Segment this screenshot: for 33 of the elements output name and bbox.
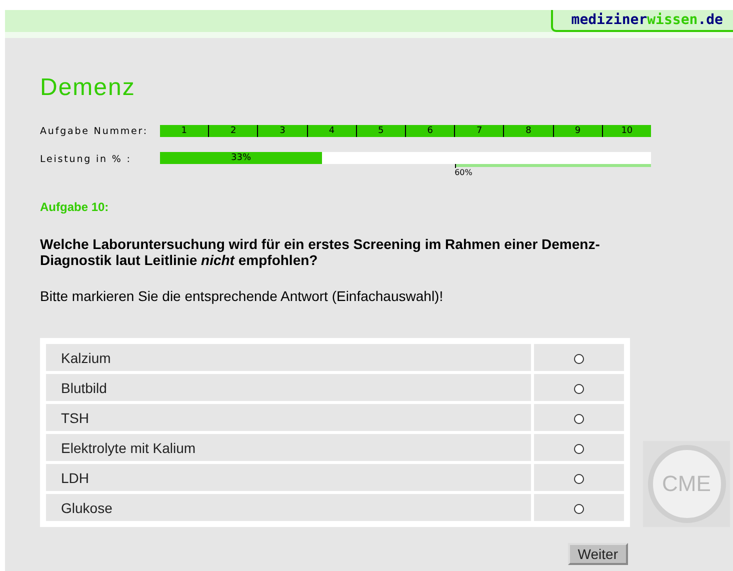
answer-radio[interactable] bbox=[574, 384, 584, 394]
site-logo[interactable]: medizinerwissen.de bbox=[551, 10, 733, 32]
page-title: Demenz bbox=[40, 74, 136, 102]
next-button[interactable]: Weiter bbox=[568, 543, 628, 565]
answer-cell: Kalzium bbox=[46, 344, 531, 371]
task-number[interactable]: 5 bbox=[356, 125, 406, 137]
answer-cell: Elektrolyte mit Kalium bbox=[46, 434, 531, 461]
answer-radio[interactable] bbox=[574, 444, 584, 454]
task-number[interactable]: 6 bbox=[405, 125, 454, 137]
performance-fill: 33% bbox=[160, 152, 322, 164]
task-heading: Aufgabe 10: bbox=[40, 200, 110, 214]
task-number[interactable]: 8 bbox=[503, 125, 553, 137]
answer-radio[interactable] bbox=[574, 414, 584, 424]
task-number[interactable]: 1 bbox=[160, 125, 208, 137]
task-number-label: Aufgabe Nummer: bbox=[40, 126, 150, 136]
answer-radio[interactable] bbox=[574, 474, 584, 484]
answer-cell: TSH bbox=[46, 404, 531, 431]
answer-cell: Blutbild bbox=[46, 374, 531, 401]
task-number[interactable]: 4 bbox=[306, 125, 356, 137]
threshold-label: 60% bbox=[454, 168, 472, 177]
question-text: Welche Laboruntersuchung wird für ein erstes Screening im Rahmen einer Demenz-Diagnostik laut Leitlinie nicht empfohlen? bbox=[40, 236, 601, 268]
answer-cell: LDH bbox=[46, 464, 531, 491]
task-number[interactable]: 7 bbox=[454, 125, 504, 137]
answer-radio[interactable] bbox=[574, 354, 584, 364]
badge-text: CME bbox=[662, 473, 711, 495]
task-number[interactable]: 9 bbox=[552, 125, 602, 137]
answer-radio[interactable] bbox=[574, 504, 584, 514]
instruction-text: Bitte markieren Sie die entsprechende Antwort (Einfachauswahl)! bbox=[40, 288, 444, 304]
task-number[interactable]: 10 bbox=[602, 125, 652, 137]
task-number[interactable]: 2 bbox=[208, 125, 258, 137]
performance-label: Leistung in % : bbox=[40, 154, 132, 164]
task-number[interactable]: 3 bbox=[257, 125, 307, 137]
answer-cell: Glukose bbox=[46, 494, 531, 521]
